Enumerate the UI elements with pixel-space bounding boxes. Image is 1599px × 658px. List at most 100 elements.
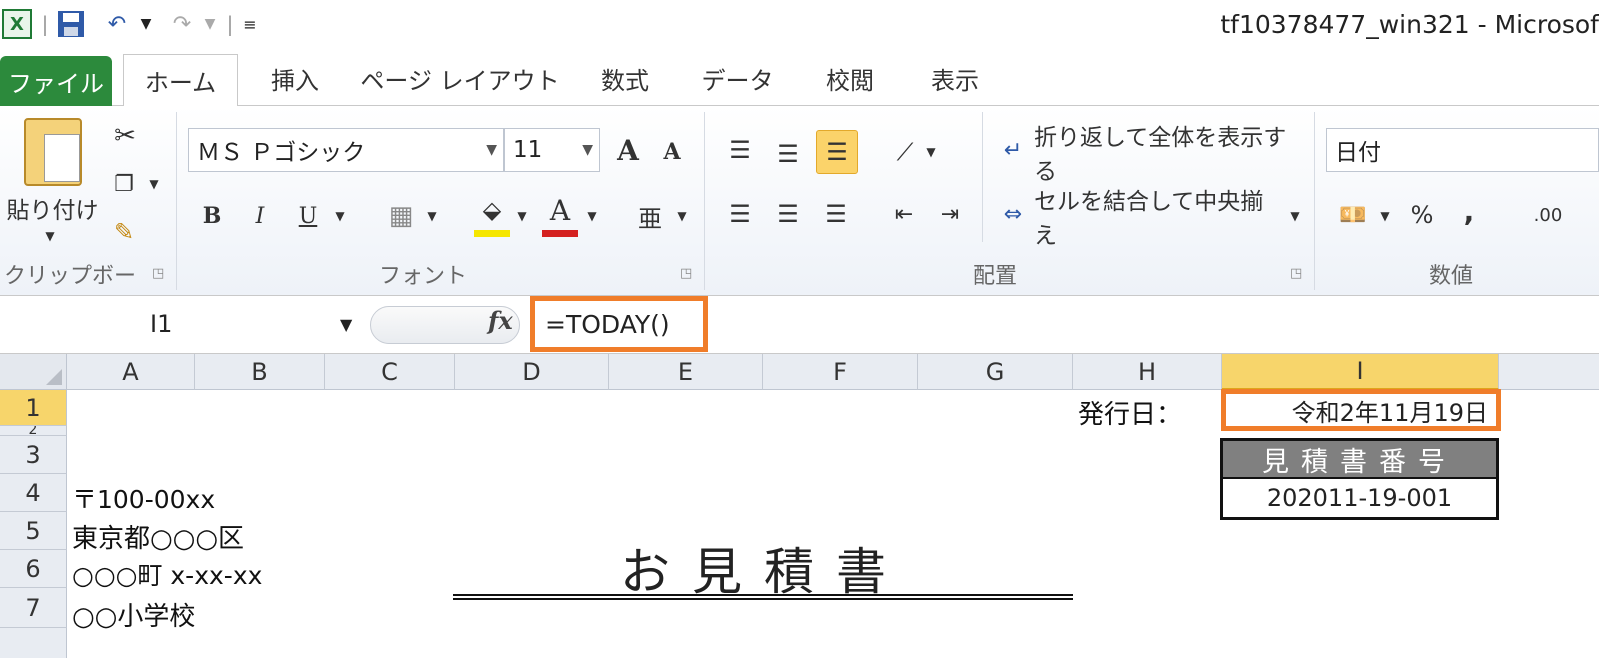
alignment-group-label: 配置 <box>972 264 1017 289</box>
chevron-down-icon[interactable]: ▼ <box>584 206 600 226</box>
tab-file[interactable]: ファイル <box>0 56 112 106</box>
excel-icon[interactable]: X <box>2 9 32 39</box>
address-city[interactable]: 東京都○○○区 <box>72 518 244 555</box>
paste-icon[interactable] <box>24 118 82 186</box>
document-title[interactable]: お見積書 <box>455 532 1073 601</box>
paste-button[interactable]: 貼り付け <box>0 190 105 226</box>
row-header-6[interactable]: 6 <box>0 550 67 588</box>
phonetic-guide-icon[interactable]: 亜 <box>632 194 668 238</box>
chevron-down-icon[interactable]: ▼ <box>924 142 938 162</box>
column-header-h[interactable]: H <box>1073 354 1222 390</box>
save-icon[interactable] <box>54 8 88 40</box>
cut-icon[interactable]: ✂ <box>108 116 142 156</box>
chevron-down-icon[interactable]: ▼ <box>514 206 530 226</box>
comma-button[interactable]: , <box>1454 192 1484 230</box>
align-bottom-icon[interactable]: ☰ <box>816 130 858 174</box>
chevron-down-icon[interactable]: ▼ <box>1288 206 1302 226</box>
font-dialog-launcher-icon[interactable]: ◳ <box>680 266 692 281</box>
number-group-label: 数値 <box>1428 264 1473 289</box>
row-header-1[interactable]: 1 <box>0 390 67 426</box>
shrink-font-icon[interactable]: A <box>656 136 688 168</box>
tab-formulas[interactable]: 数式 <box>585 50 665 106</box>
percent-button[interactable]: % <box>1404 196 1440 234</box>
align-right-icon[interactable]: ☰ <box>818 196 854 232</box>
underline-button[interactable]: U <box>290 196 326 236</box>
border-icon[interactable]: ▦ <box>384 198 418 234</box>
increase-decimal-button[interactable]: .00 <box>1518 196 1578 234</box>
address-street[interactable]: ○○○町 x-xx-xx <box>72 556 262 592</box>
undo-icon[interactable]: ↶ <box>100 8 134 40</box>
orientation-icon[interactable]: ⟋ <box>888 134 922 170</box>
customize-icon[interactable]: ≡ <box>240 8 260 40</box>
italic-button[interactable]: I <box>242 196 278 236</box>
alignment-dialog-launcher-icon[interactable]: ◳ <box>1290 266 1302 281</box>
number-format-select[interactable]: 日付 <box>1326 128 1599 172</box>
font-color-icon[interactable]: A <box>542 192 578 228</box>
wrap-text-button[interactable]: 折り返して全体を表示する <box>1034 125 1304 185</box>
name-box[interactable]: I1 ▼ <box>0 302 365 346</box>
decrease-indent-icon[interactable]: ⇤ <box>886 196 922 232</box>
tab-insert[interactable]: 挿入 <box>250 50 340 106</box>
align-center-icon[interactable]: ☰ <box>770 196 806 232</box>
increase-indent-icon[interactable]: ⇥ <box>932 196 968 232</box>
tab-view[interactable]: 表示 <box>915 50 995 106</box>
align-middle-icon[interactable]: ☰ <box>770 136 806 172</box>
formula-bar: I1 ▼ fx =TODAY() <box>0 296 1599 354</box>
chevron-down-icon[interactable]: ▼ <box>332 206 348 226</box>
chevron-down-icon[interactable]: ▼ <box>340 315 352 334</box>
redo-dropdown-icon[interactable]: ▼ <box>202 8 218 40</box>
wrap-text-icon[interactable]: ↵ <box>996 132 1030 168</box>
row-header-7[interactable]: 7 <box>0 588 67 628</box>
redo-icon[interactable]: ↷ <box>165 8 199 40</box>
tab-page-layout[interactable]: ページ レイアウト <box>360 50 560 106</box>
column-header-f[interactable]: F <box>763 354 918 390</box>
formula-input[interactable]: =TODAY() <box>530 296 708 352</box>
fill-color-icon[interactable]: ⬙ <box>474 192 510 228</box>
quote-number-value[interactable]: 202011-19-001 <box>1223 479 1496 517</box>
font-size-select[interactable]: 11 ▼ <box>504 128 600 172</box>
column-header-next[interactable] <box>1499 354 1599 390</box>
align-left-icon[interactable]: ☰ <box>722 196 758 232</box>
column-header-d[interactable]: D <box>455 354 609 390</box>
align-top-icon[interactable]: ☰ <box>722 132 758 168</box>
row-header-3[interactable]: 3 <box>0 436 67 474</box>
copy-dropdown-icon[interactable]: ▼ <box>146 172 162 196</box>
tab-home[interactable]: ホーム <box>123 54 238 107</box>
column-header-e[interactable]: E <box>609 354 763 390</box>
ribbon-tabs: ファイル ホーム 挿入 ページ レイアウト 数式 データ 校閲 表示 <box>0 50 1599 107</box>
address-recipient[interactable]: ○○小学校 <box>72 596 195 633</box>
copy-icon[interactable]: ❐ <box>106 164 142 204</box>
bold-button[interactable]: B <box>194 196 230 236</box>
chevron-down-icon[interactable]: ▼ <box>1378 206 1392 226</box>
row-header-2[interactable]: 2 <box>0 426 67 436</box>
tab-data[interactable]: データ <box>690 50 785 106</box>
clipboard-dialog-launcher-icon[interactable]: ◳ <box>152 266 164 281</box>
currency-icon[interactable]: 💴 <box>1334 196 1372 234</box>
group-divider <box>982 112 983 242</box>
undo-dropdown-icon[interactable]: ▼ <box>138 8 154 40</box>
grow-font-icon[interactable]: A <box>610 132 646 168</box>
address-postal-code[interactable]: 〒100-00xx <box>72 480 215 516</box>
column-header-g[interactable]: G <box>918 354 1073 390</box>
chevron-down-icon[interactable]: ▼ <box>424 206 440 226</box>
column-header-b[interactable]: B <box>195 354 325 390</box>
tab-review[interactable]: 校閲 <box>810 50 890 106</box>
chevron-down-icon[interactable]: ▼ <box>674 206 690 226</box>
column-header-c[interactable]: C <box>325 354 455 390</box>
select-all-corner[interactable] <box>0 354 67 390</box>
row-header-4[interactable]: 4 <box>0 474 67 512</box>
issue-date-cell[interactable]: 令和2年11月19日 <box>1221 389 1501 431</box>
insert-function-icon[interactable]: fx <box>488 306 513 335</box>
column-header-a[interactable]: A <box>67 354 195 390</box>
font-name-select[interactable]: ＭＳ Ｐゴシック ▼ <box>188 128 504 172</box>
column-header-i[interactable]: I <box>1222 354 1499 390</box>
issue-date-label: 発行日： <box>1078 400 1183 430</box>
paste-dropdown-icon[interactable]: ▼ <box>40 228 60 244</box>
merge-center-button[interactable]: セルを結合して中央揃え <box>1034 189 1284 249</box>
format-painter-icon[interactable]: ✎ <box>106 212 142 252</box>
worksheet-grid[interactable]: A B C D E F G H I 1 2 3 4 5 6 7 発行日： 令和2… <box>0 354 1599 658</box>
merge-center-icon[interactable]: ⇔ <box>996 196 1030 232</box>
row-header-8[interactable] <box>0 628 67 658</box>
row-header-5[interactable]: 5 <box>0 512 67 550</box>
quote-number-box: 見積書番号 202011-19-001 <box>1220 438 1499 520</box>
